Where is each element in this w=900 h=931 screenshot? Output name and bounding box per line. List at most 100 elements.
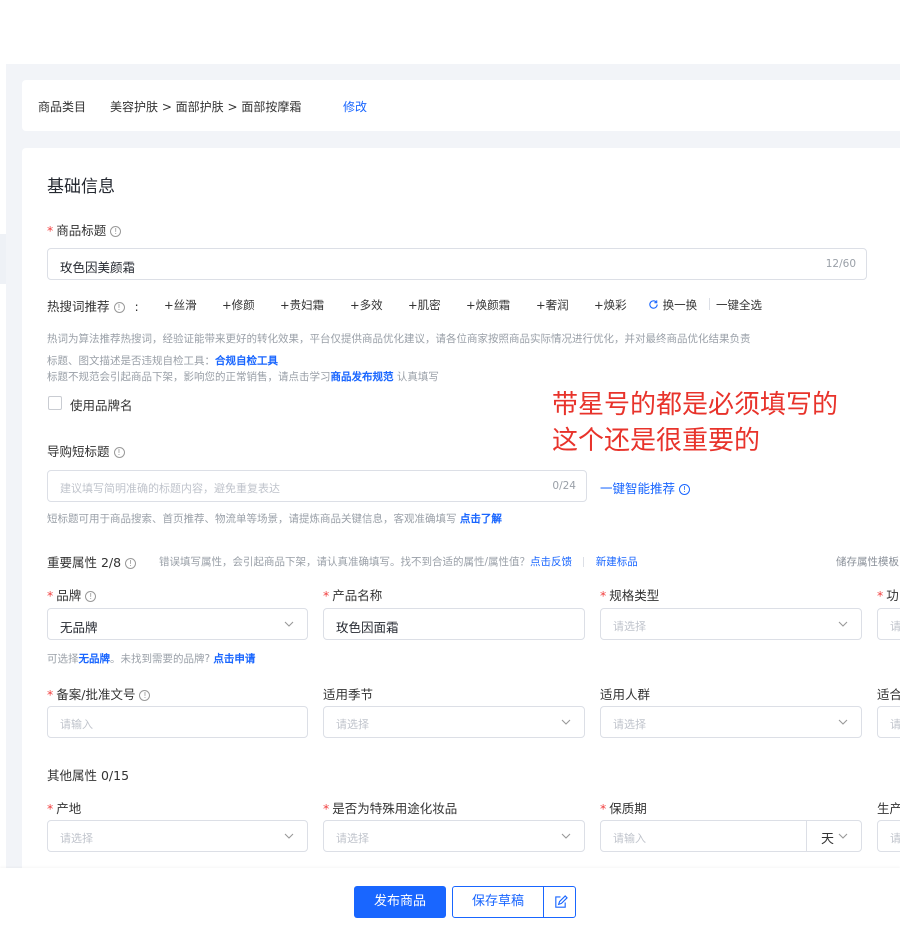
- form-card: 基础信息 * 商品标题! 玫色因美颜霜 12/60 热搜词推荐! : +丝滑 +修…: [22, 148, 900, 868]
- nav-active-mark: [0, 234, 6, 284]
- annotation-line-2: 这个还是很重要的: [552, 426, 761, 456]
- crowd-placeholder: 请选择: [613, 718, 646, 731]
- info-icon: !: [679, 484, 691, 495]
- required-star: *: [877, 588, 884, 603]
- chevron-down-icon: [283, 618, 295, 630]
- short-title-note: 短标题可用于商品搜索、首页推荐、物流单等场景，请提炼商品关键信息，客观准确填写 …: [47, 513, 502, 525]
- brand-value: 无品牌: [60, 620, 98, 635]
- edit-draft-button[interactable]: [543, 886, 576, 918]
- annotation-line-1: 带星号的都是必须填写的: [552, 390, 839, 420]
- product-title-label: * 商品标题!: [47, 220, 122, 239]
- chevron-down-icon: [283, 830, 295, 842]
- compliance-tool-line: 标题、图文描述是否违规自检工具：合规自检工具: [47, 355, 278, 367]
- origin-select[interactable]: 请选择: [47, 820, 308, 852]
- brand-select[interactable]: 无品牌: [47, 608, 308, 640]
- publish-rules-link[interactable]: 商品发布规范: [331, 371, 394, 383]
- compliance-tool-link[interactable]: 合规自检工具: [215, 355, 278, 367]
- product-title-input[interactable]: 玫色因美颜霜 12/60: [47, 248, 867, 280]
- info-icon[interactable]: !: [139, 690, 151, 701]
- record-no-label: * 备案/批准文号!: [47, 684, 151, 703]
- shelf-life-label: * 保质期: [600, 801, 647, 816]
- short-title-label: 导购短标题!: [47, 441, 125, 460]
- chevron-down-icon: [837, 830, 849, 842]
- divider: [583, 557, 585, 567]
- no-brand-link[interactable]: 无品牌: [79, 653, 111, 665]
- brand-hint: 可选择无品牌。未找到需要的品牌? 点击申请: [47, 653, 256, 665]
- save-attr-template-link[interactable]: 储存属性模板: [836, 554, 899, 569]
- hot-word-chip[interactable]: +修颜: [222, 297, 255, 313]
- edit-icon: [555, 895, 568, 908]
- category-path: 美容护肤 > 面部护肤 > 面部按摩霜: [110, 100, 302, 114]
- info-icon[interactable]: !: [125, 558, 137, 569]
- required-star: *: [47, 588, 54, 603]
- info-icon[interactable]: !: [85, 591, 97, 602]
- function-select[interactable]: 请: [877, 608, 900, 640]
- skin-type-placeholder: 请: [890, 718, 900, 731]
- required-star: *: [323, 588, 330, 603]
- required-star: *: [600, 588, 607, 603]
- shelf-life-input[interactable]: 请输入 天: [600, 820, 862, 852]
- product-title-counter: 12/60: [825, 258, 856, 270]
- apply-brand-link[interactable]: 点击申请: [213, 653, 255, 665]
- use-brand-name-checkbox[interactable]: [48, 396, 62, 410]
- special-use-select[interactable]: 请选择: [323, 820, 585, 852]
- info-icon[interactable]: !: [113, 447, 125, 458]
- hot-word-chip[interactable]: +焕彩: [594, 297, 627, 313]
- season-select[interactable]: 请选择: [323, 706, 585, 738]
- use-brand-name-label: 使用品牌名: [70, 398, 133, 413]
- info-icon[interactable]: !: [113, 302, 125, 313]
- shelf-life-unit[interactable]: 天: [821, 828, 834, 847]
- category-card: 商品类目 美容护肤 > 面部护肤 > 面部按摩霜 修改: [22, 80, 900, 131]
- spec-type-placeholder: 请选择: [613, 620, 646, 633]
- product-title-value: 玫色因美颜霜: [60, 260, 136, 275]
- select-all-keywords-link[interactable]: 一键全选: [716, 297, 762, 313]
- info-icon[interactable]: !: [110, 226, 122, 237]
- chevron-down-icon: [837, 618, 849, 630]
- smart-recommend-button[interactable]: 一键智能推荐!: [600, 478, 691, 497]
- spec-type-select[interactable]: 请选择: [600, 608, 862, 640]
- refresh-keywords-button[interactable]: 换一换: [648, 297, 697, 313]
- divider: [709, 298, 710, 310]
- important-attrs-title: 重要属性 2/8!: [47, 552, 137, 571]
- required-star: *: [323, 801, 330, 816]
- publish-button[interactable]: 发布商品: [354, 886, 446, 918]
- new-standard-product-link[interactable]: 新建标品: [596, 556, 638, 568]
- origin-placeholder: 请选择: [60, 832, 93, 845]
- brand-label: * 品牌!: [47, 585, 97, 604]
- hot-word-chip[interactable]: +肌密: [408, 297, 441, 313]
- hot-word-chip[interactable]: +焕颜霜: [466, 297, 510, 313]
- short-title-input[interactable]: 建议填写简明准确的标题内容，避免重复表达 0/24: [47, 470, 587, 502]
- production-label: 生产: [877, 801, 900, 816]
- origin-label: * 产地: [47, 801, 82, 816]
- skin-type-select[interactable]: 请: [877, 706, 900, 738]
- shelf-life-placeholder: 请输入: [613, 832, 646, 845]
- hot-words-note: 热词为算法推荐热搜词，经验证能带来更好的转化效果，平台仅提供商品优化建议，请各位…: [47, 333, 751, 345]
- record-no-placeholder: 请输入: [60, 718, 93, 731]
- record-no-input[interactable]: 请输入: [47, 706, 308, 738]
- save-draft-button[interactable]: 保存草稿: [452, 886, 544, 918]
- crowd-label: 适用人群: [600, 687, 651, 702]
- spec-type-label: * 规格类型: [600, 588, 660, 603]
- hot-word-chip[interactable]: +贵妇霜: [280, 297, 324, 313]
- product-name-label: * 产品名称: [323, 588, 383, 603]
- skin-type-label: 适合: [877, 687, 900, 702]
- footer-bar: [0, 868, 900, 931]
- special-use-label: * 是否为特殊用途化妆品: [323, 801, 458, 816]
- production-placeholder: 请: [890, 832, 900, 845]
- learn-more-link[interactable]: 点击了解: [460, 513, 502, 525]
- crowd-select[interactable]: 请选择: [600, 706, 862, 738]
- product-name-value: 玫色因面霜: [336, 620, 399, 635]
- chevron-down-icon: [560, 830, 572, 842]
- production-select[interactable]: 请: [877, 820, 900, 852]
- hot-words-label: 热搜词推荐! :: [47, 299, 139, 314]
- category-edit-link[interactable]: 修改: [343, 98, 367, 115]
- feedback-link[interactable]: 点击反馈: [530, 556, 572, 568]
- product-name-input[interactable]: 玫色因面霜: [323, 608, 585, 640]
- function-placeholder: 请: [890, 620, 900, 633]
- hot-word-chip[interactable]: +奢润: [536, 297, 569, 313]
- hot-word-chip[interactable]: +多效: [350, 297, 383, 313]
- top-blank-area: [0, 0, 900, 64]
- short-title-placeholder: 建议填写简明准确的标题内容，避免重复表达: [60, 482, 280, 495]
- required-star: *: [47, 687, 54, 702]
- hot-word-chip[interactable]: +丝滑: [164, 297, 197, 313]
